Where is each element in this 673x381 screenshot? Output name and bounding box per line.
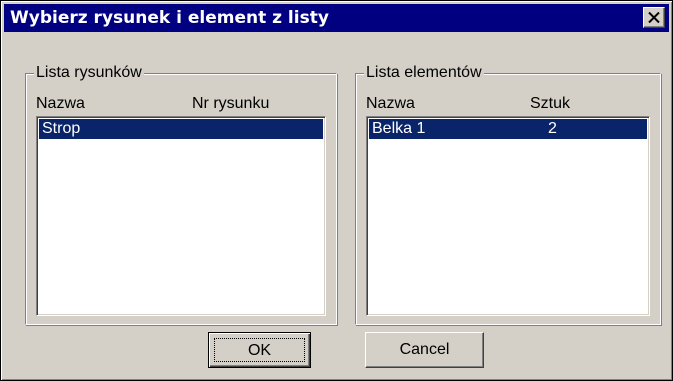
- cancel-button[interactable]: Cancel: [365, 332, 484, 368]
- drawings-column-name: Nazwa: [36, 95, 85, 112]
- close-button[interactable]: [643, 7, 665, 28]
- drawing-name-cell: Strop: [42, 120, 81, 137]
- drawings-group: Lista rysunków Nazwa Nr rysunku Strop: [25, 63, 337, 325]
- drawings-list[interactable]: Strop: [36, 116, 326, 316]
- elements-list[interactable]: Belka 1 2: [366, 116, 650, 316]
- ok-button[interactable]: OK: [208, 332, 311, 368]
- select-drawing-dialog: Wybierz rysunek i element z listy Lista …: [0, 0, 673, 381]
- element-count-cell: 2: [548, 120, 557, 137]
- close-icon: [648, 12, 660, 23]
- title-bar[interactable]: Wybierz rysunek i element z listy: [4, 4, 669, 32]
- drawings-column-number: Nr rysunku: [192, 95, 270, 112]
- element-name-cell: Belka 1: [372, 120, 426, 137]
- elements-group: Lista elementów Nazwa Sztuk Belka 1 2: [355, 63, 661, 325]
- ok-button-label: OK: [214, 338, 305, 362]
- list-item[interactable]: Belka 1 2: [369, 119, 647, 139]
- elements-column-name: Nazwa: [366, 95, 415, 112]
- elements-group-label: Lista elementów: [364, 63, 484, 83]
- dialog-title: Wybierz rysunek i element z listy: [10, 8, 329, 28]
- elements-column-count: Sztuk: [530, 95, 571, 112]
- drawings-group-label: Lista rysunków: [34, 63, 144, 83]
- list-item[interactable]: Strop: [39, 119, 323, 139]
